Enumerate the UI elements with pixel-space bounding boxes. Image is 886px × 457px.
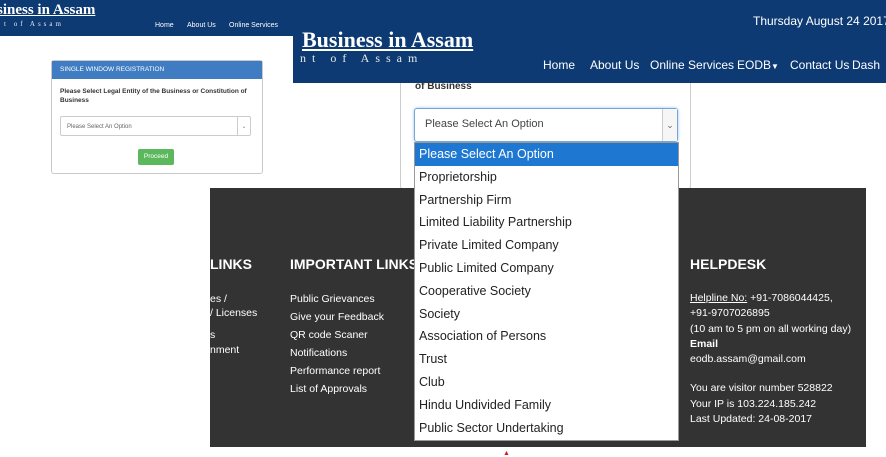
ip-address: Your IP is 103.224.185.242	[690, 398, 817, 410]
nav-home[interactable]: Home	[543, 58, 575, 72]
nav-eodb-label: EODB	[737, 58, 772, 72]
footer-link[interactable]: nment	[210, 344, 239, 356]
thumbnail-brand[interactable]: siness in Assam	[0, 2, 95, 19]
footer-link[interactable]: s	[210, 329, 215, 341]
links-title: LINKS	[210, 256, 252, 272]
option-association-of-persons[interactable]: Association of Persons	[415, 325, 678, 348]
option-private-limited[interactable]: Private Limited Company	[415, 234, 678, 257]
important-links-title: IMPORTANT LINKS	[290, 256, 419, 272]
option-public-sector-undertaking[interactable]: Public Sector Undertaking	[415, 417, 678, 440]
footer-link-performance-report[interactable]: Performance report	[290, 365, 380, 377]
registration-panel: SINGLE WINDOW REGISTRATION Please Select…	[51, 60, 263, 174]
chevron-down-icon: ⌄	[662, 109, 677, 141]
legal-entity-select-thumb-value: Please Select An Option	[67, 124, 132, 130]
option-society[interactable]: Society	[415, 303, 678, 326]
option-partnership-firm[interactable]: Partnership Firm	[415, 189, 678, 212]
nav-about-us[interactable]: About Us	[590, 58, 639, 72]
nav-contact-us[interactable]: Contact Us	[790, 58, 849, 72]
footer-link-public-grievances[interactable]: Public Grievances	[290, 293, 375, 305]
footer-link-feedback[interactable]: Give your Feedback	[290, 311, 384, 323]
last-updated: Last Updated: 24-08-2017	[690, 413, 813, 425]
helpline-number: +91-7086044425,	[747, 292, 833, 304]
legal-entity-select[interactable]: Please Select An Option ⌄	[414, 108, 678, 142]
thumbnail-nav-online-services[interactable]: Online Services	[229, 22, 278, 29]
nav-eodb[interactable]: EODB▼	[737, 58, 779, 72]
option-trust[interactable]: Trust	[415, 348, 678, 371]
legal-entity-dropdown[interactable]: Please Select An Option Proprietorship P…	[414, 142, 679, 441]
footer-link[interactable]: / Licenses	[210, 307, 257, 319]
footer-link[interactable]: es /	[210, 293, 227, 305]
thumbnail-nav-home[interactable]: Home	[155, 22, 174, 29]
helpdesk-title: HELPDESK	[690, 256, 767, 272]
option-proprietorship[interactable]: Proprietorship	[415, 166, 678, 189]
footer-link-notifications[interactable]: Notifications	[290, 347, 347, 359]
helpdesk-email[interactable]: eodb.assam@gmail.com	[690, 353, 806, 365]
proceed-button[interactable]: Proceed	[138, 149, 174, 165]
red-arrow-icon: ▲	[503, 450, 510, 457]
visitor-count: You are visitor number 528822	[690, 382, 833, 394]
helpline: Helpline No: +91-7086044425,	[690, 292, 833, 304]
option-please-select[interactable]: Please Select An Option	[415, 143, 678, 166]
option-public-limited[interactable]: Public Limited Company	[415, 257, 678, 280]
footer-link-approvals[interactable]: List of Approvals	[290, 383, 367, 395]
caret-down-icon: ▼	[771, 62, 779, 71]
helpdesk-hours: (10 am to 5 pm on all working day)	[690, 323, 852, 335]
option-cooperative-society[interactable]: Cooperative Society	[415, 280, 678, 303]
legal-entity-select-value: Please Select An Option	[425, 118, 544, 130]
registration-panel-question: Please Select Legal Entity of the Busine…	[60, 88, 247, 104]
nav-dashboard[interactable]: Dash	[852, 58, 880, 72]
option-huf[interactable]: Hindu Undivided Family	[415, 394, 678, 417]
form-label: of Business	[415, 81, 472, 92]
email-label: Email	[690, 338, 719, 350]
site-brand-sub: nt of Assam	[300, 51, 424, 65]
footer-link-qr-scanner[interactable]: QR code Scaner	[290, 329, 368, 341]
option-llp[interactable]: Limited Liability Partnership	[415, 211, 678, 234]
thumbnail-nav-about[interactable]: About Us	[187, 22, 216, 29]
nav-online-services[interactable]: Online Services	[650, 58, 734, 72]
legal-entity-select-thumb[interactable]: Please Select An Option ⌄	[60, 116, 251, 136]
main-screenshot: Business in Assam nt of Assam Thursday A…	[293, 0, 886, 85]
thumbnail-screenshot: siness in Assam t of Assam Home About Us…	[0, 0, 310, 200]
registration-panel-title: SINGLE WINDOW REGISTRATION	[52, 61, 262, 79]
chevron-down-icon: ⌄	[237, 117, 250, 135]
header-datetime: Thursday August 24 2017 04:	[753, 14, 886, 28]
thumbnail-brand-sub: t of Assam	[4, 20, 64, 28]
site-brand[interactable]: Business in Assam	[302, 27, 473, 53]
helpline-label: Helpline No:	[690, 292, 748, 304]
option-club[interactable]: Club	[415, 371, 678, 394]
helpline-number-2: +91-9707026895	[690, 307, 770, 319]
